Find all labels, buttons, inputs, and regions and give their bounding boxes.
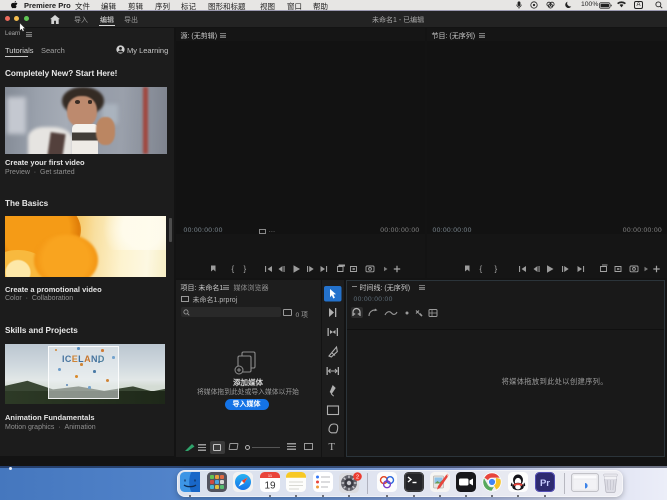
svg-text:19: 19 [264, 480, 276, 491]
svg-text:T: T [329, 442, 336, 453]
svg-text:Pr: Pr [539, 478, 549, 489]
svg-text:2: 2 [356, 474, 359, 480]
svg-text:}: } [243, 264, 246, 273]
svg-text:{: { [231, 264, 234, 273]
svg-text:}: } [494, 264, 497, 273]
svg-text:{: { [479, 264, 482, 273]
